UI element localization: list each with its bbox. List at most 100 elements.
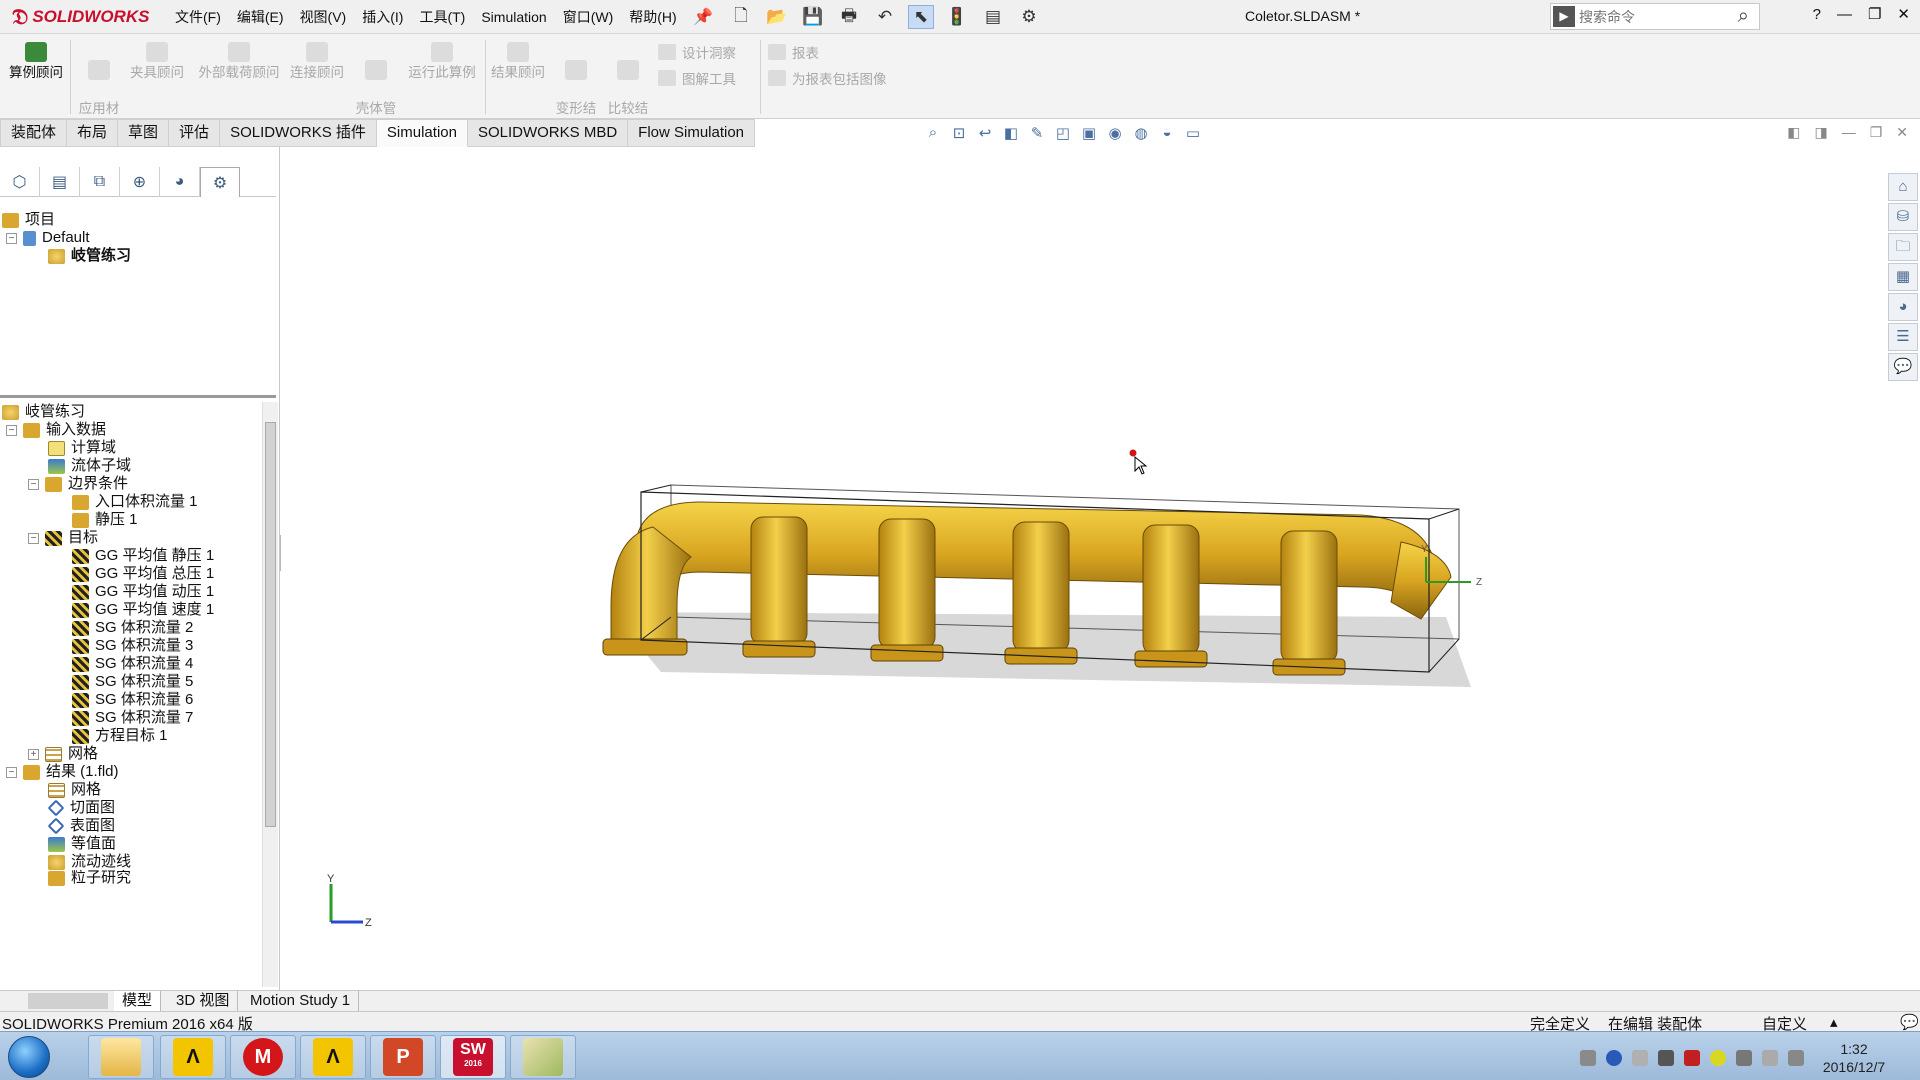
study-advisor-button[interactable]: 算例顾问	[8, 42, 64, 82]
menu-insert[interactable]: 插入(I)	[362, 7, 403, 27]
minimize-icon[interactable]: —	[1837, 6, 1852, 23]
taskbar-app-map[interactable]	[510, 1035, 576, 1079]
search-icon[interactable]: ⌕	[1738, 5, 1749, 28]
apply-scene-icon[interactable]: ◒	[1156, 124, 1178, 144]
edit-appearance-icon[interactable]: ◍	[1130, 124, 1152, 144]
menu-edit[interactable]: 编辑(E)	[237, 7, 284, 27]
configuration-manager-tab-icon[interactable]: ⧉	[80, 167, 120, 197]
display-manager-tab-icon[interactable]: ◕	[160, 167, 200, 197]
tree-goal-item[interactable]: GG 平均值 动压 1	[72, 582, 214, 602]
select-pointer-icon[interactable]: ⬉	[908, 5, 934, 29]
model-viewport[interactable]: Y Z	[281, 147, 1881, 987]
tree-config-default[interactable]: − Default	[6, 228, 90, 248]
tab-evaluate[interactable]: 评估	[169, 119, 221, 147]
tree-goal-item[interactable]: SG 体积流量 7	[72, 708, 193, 728]
previous-view-icon[interactable]: ↩	[974, 124, 996, 144]
include-image-button[interactable]: 为报表包括图像	[768, 68, 887, 88]
graphics-area[interactable]: Y Z ⌂ ⛁ 🗀 ▦ ◕ ☰ 💬 Y Z	[281, 147, 1920, 990]
run-study-button[interactable]: 运行此算例	[404, 42, 480, 82]
fixtures-advisor-button[interactable]: 夹具顾问	[128, 42, 186, 82]
search-input[interactable]	[1579, 6, 1719, 27]
search-commands[interactable]: ▶ ⌕	[1550, 3, 1760, 30]
tree-surface-plot[interactable]: 表面图	[47, 816, 115, 836]
tab-scroll-arrows[interactable]	[28, 993, 108, 1009]
results-advisor-button[interactable]: 结果顾问	[488, 42, 548, 82]
options-gear-icon[interactable]: ⚙	[1016, 5, 1042, 29]
home-icon[interactable]: ⌂	[1888, 173, 1918, 201]
tab-flow-simulation[interactable]: Flow Simulation	[628, 119, 756, 147]
tree-static-pressure[interactable]: 静压 1	[72, 510, 138, 530]
viewport-close-icon[interactable]: ✕	[1896, 124, 1908, 141]
new-document-icon[interactable]: 🗋	[728, 5, 754, 29]
open-icon[interactable]: 📂	[764, 5, 790, 29]
show-hidden-icon[interactable]	[1658, 1050, 1674, 1066]
start-button-icon[interactable]	[8, 1036, 50, 1078]
volume-icon[interactable]	[1788, 1050, 1804, 1066]
tree-goal-item[interactable]: GG 平均值 总压 1	[72, 564, 214, 584]
file-properties-icon[interactable]: ▤	[980, 5, 1006, 29]
tab-motion-study[interactable]: Motion Study 1	[242, 991, 360, 1012]
collapse-toggle-icon[interactable]: −	[28, 478, 39, 490]
tab-sketch[interactable]: 草图	[118, 119, 170, 147]
tree-goal-item[interactable]: SG 体积流量 3	[72, 636, 193, 656]
viewport-restore-icon[interactable]: ❐	[1870, 124, 1883, 141]
expand-toggle-icon[interactable]: +	[28, 748, 39, 760]
tree-mesh[interactable]: + 网格	[28, 744, 98, 764]
zoom-to-fit-icon[interactable]: ⌕	[922, 124, 944, 144]
flag-alert-icon[interactable]	[1684, 1050, 1700, 1066]
dynamic-annotation-icon[interactable]: ✎	[1026, 124, 1048, 144]
display-style-icon[interactable]: ▣	[1078, 124, 1100, 144]
units-dropdown-icon[interactable]: ▴	[1830, 1013, 1838, 1031]
taskbar-app-a1[interactable]: Λ	[160, 1035, 226, 1079]
taskbar-solidworks[interactable]: SW 2016	[440, 1035, 506, 1079]
menu-simulation[interactable]: Simulation	[481, 9, 546, 25]
report-button[interactable]: 报表	[768, 42, 819, 62]
search-mode-icon[interactable]: ▶	[1553, 6, 1575, 27]
close-icon[interactable]: ✕	[1897, 5, 1910, 23]
power-icon[interactable]	[1762, 1050, 1778, 1066]
design-insight-button[interactable]: 设计洞察	[658, 42, 736, 62]
tree-inlet-flow[interactable]: 入口体积流量 1	[72, 492, 198, 512]
view-settings-icon[interactable]: ▭	[1182, 124, 1204, 144]
collapse-toggle-icon[interactable]: −	[28, 532, 39, 544]
taskbar-app-m[interactable]: M	[230, 1035, 296, 1079]
tree-results[interactable]: − 结果 (1.fld)	[6, 762, 119, 782]
pin-icon[interactable]: 📌	[693, 7, 713, 27]
dimxpert-tab-icon[interactable]: ⊕	[120, 167, 160, 197]
custom-properties-icon[interactable]: ☰	[1888, 323, 1918, 351]
collapse-toggle-icon[interactable]: −	[6, 766, 17, 778]
feature-manager-tab-icon[interactable]: ⬡	[0, 167, 40, 197]
tree-goals[interactable]: − 目标	[28, 528, 98, 548]
expand-right-icon[interactable]: ◨	[1814, 124, 1827, 141]
help-tray-icon[interactable]	[1606, 1050, 1622, 1066]
menu-window[interactable]: 窗口(W)	[563, 7, 614, 27]
viewport-minimize-icon[interactable]: —	[1842, 124, 1856, 141]
forum-icon[interactable]: 💬	[1888, 353, 1918, 381]
tab-layout[interactable]: 布局	[67, 119, 119, 147]
tooltip-bubble-icon[interactable]: 💬	[1900, 1013, 1919, 1031]
section-view-icon[interactable]: ◧	[1000, 124, 1022, 144]
signal-icon[interactable]	[1736, 1050, 1752, 1066]
scrollbar-thumb[interactable]	[265, 422, 276, 827]
tree-flow-trajectories[interactable]: 流动迹线	[48, 852, 131, 872]
save-icon[interactable]: 💾	[800, 5, 826, 29]
connections-advisor-button[interactable]: 连接顾问	[288, 42, 346, 82]
analysis-root[interactable]: 岐管练习	[2, 402, 85, 422]
menu-help[interactable]: 帮助(H)	[629, 7, 676, 27]
keyboard-icon[interactable]	[1580, 1050, 1596, 1066]
print-icon[interactable]: 🖶	[836, 5, 862, 29]
design-library-icon[interactable]: ⛁	[1888, 203, 1918, 231]
view-orientation-icon[interactable]: ◰	[1052, 124, 1074, 144]
collapse-toggle-icon[interactable]: −	[6, 232, 17, 244]
view-palette-icon[interactable]: ▦	[1888, 263, 1918, 291]
tree-input-data[interactable]: − 输入数据	[6, 420, 106, 440]
tree-goal-item[interactable]: GG 平均值 静压 1	[72, 546, 214, 566]
tree-goal-item[interactable]: SG 体积流量 4	[72, 654, 193, 674]
taskbar-powerpoint[interactable]: P	[370, 1035, 436, 1079]
tree-particle-study[interactable]: 粒子研究	[48, 870, 131, 886]
help-button[interactable]: ?	[1813, 6, 1821, 23]
tree-goal-item[interactable]: SG 体积流量 5	[72, 672, 193, 692]
tree-scrollbar[interactable]	[262, 402, 278, 987]
tab-model[interactable]: 模型	[114, 991, 162, 1012]
tree-boundary-conditions[interactable]: − 边界条件	[28, 474, 128, 494]
